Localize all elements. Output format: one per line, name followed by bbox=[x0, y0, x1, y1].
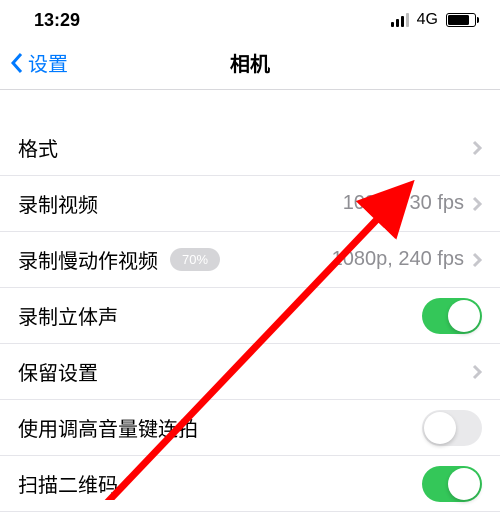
settings-list: 格式 录制视频 1080p, 30 fps 录制慢动作视频 70% 1080p,… bbox=[0, 90, 500, 512]
row-record-slomo[interactable]: 录制慢动作视频 70% 1080p, 240 fps bbox=[0, 232, 500, 288]
page-title: 相机 bbox=[0, 48, 500, 77]
chevron-right-icon bbox=[472, 364, 482, 380]
toggle-stereo[interactable] bbox=[422, 298, 482, 334]
row-label: 使用调高音量键连拍 bbox=[18, 413, 198, 442]
network-label: 4G bbox=[417, 11, 438, 29]
row-value: 1080p, 30 fps bbox=[343, 192, 464, 215]
row-preserve[interactable]: 保留设置 bbox=[0, 344, 500, 400]
chevron-right-icon bbox=[472, 252, 482, 268]
row-label: 扫描二维码 bbox=[18, 469, 118, 498]
toggle-volume-burst[interactable] bbox=[422, 410, 482, 446]
row-label: 录制慢动作视频 bbox=[18, 245, 158, 274]
row-stereo: 录制立体声 bbox=[0, 288, 500, 344]
row-format[interactable]: 格式 bbox=[0, 120, 500, 176]
battery-icon bbox=[446, 13, 476, 27]
chevron-left-icon bbox=[10, 52, 24, 74]
back-label: 设置 bbox=[28, 48, 68, 77]
status-right: 4G bbox=[391, 11, 476, 29]
row-label: 录制视频 bbox=[18, 189, 98, 218]
toggle-scan-qr[interactable] bbox=[422, 466, 482, 502]
signal-icon bbox=[391, 13, 409, 27]
row-label: 保留设置 bbox=[18, 357, 98, 386]
row-scan-qr: 扫描二维码 bbox=[0, 456, 500, 512]
row-volume-burst: 使用调高音量键连拍 bbox=[0, 400, 500, 456]
chevron-right-icon bbox=[472, 140, 482, 156]
row-value: 1080p, 240 fps bbox=[332, 248, 464, 271]
nav-bar: 设置 相机 bbox=[0, 36, 500, 90]
badge: 70% bbox=[170, 248, 220, 271]
row-label: 格式 bbox=[18, 133, 58, 162]
status-bar: 13:29 4G bbox=[0, 0, 500, 36]
row-label: 录制立体声 bbox=[18, 301, 118, 330]
row-record-video[interactable]: 录制视频 1080p, 30 fps bbox=[0, 176, 500, 232]
back-button[interactable]: 设置 bbox=[10, 48, 68, 77]
status-time: 13:29 bbox=[34, 10, 80, 31]
chevron-right-icon bbox=[472, 196, 482, 212]
